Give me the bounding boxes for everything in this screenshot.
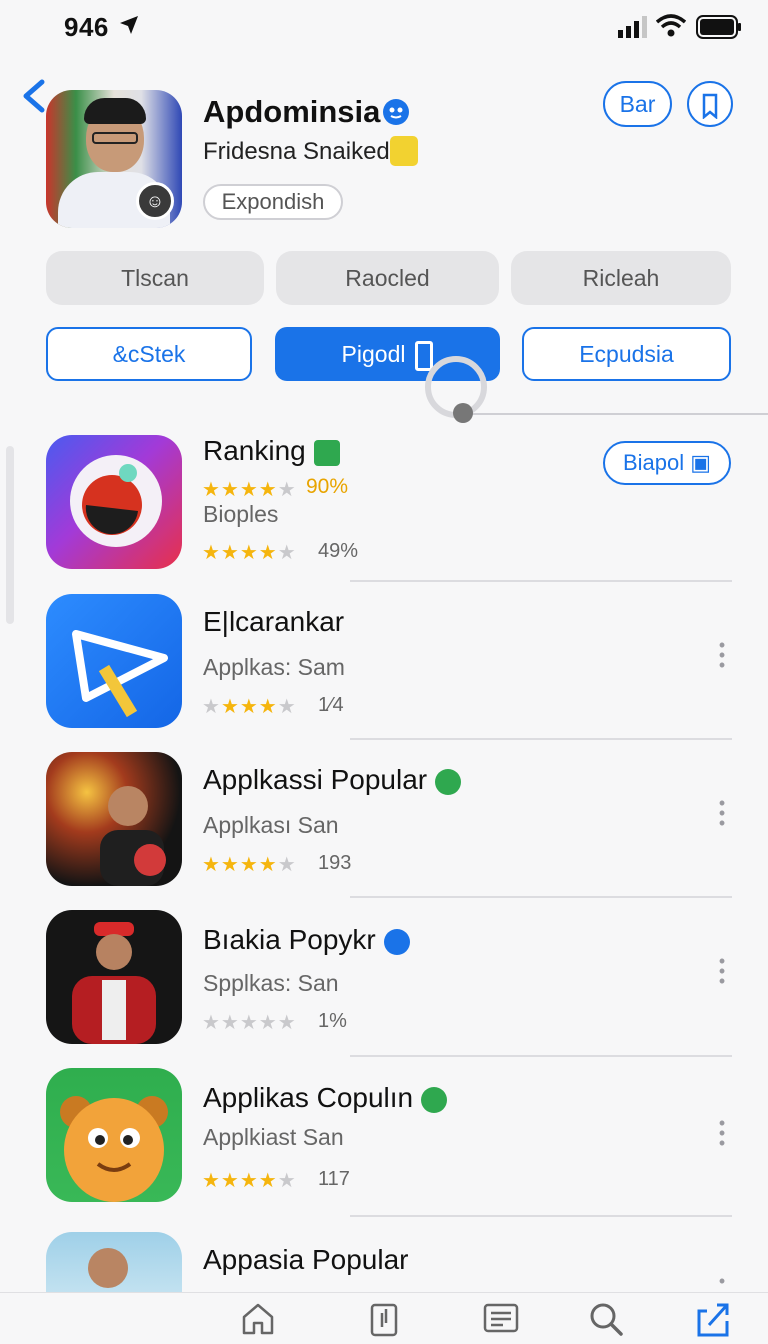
person-photo-icon xyxy=(100,786,166,886)
app-rating-stars: ★★★★★ xyxy=(202,1170,297,1192)
cartoon-bear-icon xyxy=(60,1096,168,1202)
more-options-icon[interactable]: • • • xyxy=(713,1114,731,1152)
verified-badge-icon xyxy=(383,99,409,125)
row-divider xyxy=(350,1215,732,1217)
wifi-icon xyxy=(656,14,686,37)
app-icon-elcarankar xyxy=(46,594,182,728)
filter-tab-3[interactable]: Ricleah xyxy=(511,251,731,305)
slider-handle[interactable] xyxy=(453,403,473,423)
app-rating-count: 49% xyxy=(318,540,359,562)
profile-name: Apdominsia xyxy=(203,94,381,129)
list-item[interactable]: Appasia Popular • xyxy=(0,1232,768,1344)
app-rating-count: 1% xyxy=(318,1010,347,1032)
app-rating-count: 193 xyxy=(318,852,352,874)
sticker-icon xyxy=(390,136,418,166)
orb-icon xyxy=(70,455,162,547)
battery-icon xyxy=(696,15,741,39)
profile-avatar[interactable]: ☺ xyxy=(46,90,182,228)
verified-check-icon xyxy=(383,928,410,955)
play-arrow-icon xyxy=(72,630,168,718)
app-rating-count: 117 xyxy=(318,1168,350,1190)
app-title: Applkassi Popular xyxy=(203,764,462,796)
app-subtitle: Bioples xyxy=(203,501,279,527)
avatar-glasses xyxy=(92,132,138,144)
battery-outline-icon xyxy=(415,340,434,371)
document-badge-icon xyxy=(313,439,340,466)
list-item[interactable]: E|lcarankar Applkas: Sam ★★★★★ 1⁄4 • • • xyxy=(0,594,768,744)
filter-right-button[interactable]: Ecpudsia xyxy=(522,327,731,381)
app-title: Appasia Popular xyxy=(203,1244,409,1275)
location-arrow-icon xyxy=(120,16,138,34)
status-bar: 946 xyxy=(0,0,768,56)
app-title: Ranking xyxy=(203,435,340,467)
avatar-edit-badge-icon[interactable]: ☺ xyxy=(136,182,174,220)
app-rating-stars: ★★★★★ xyxy=(202,542,297,564)
app-rating-stars: ★★★★★ xyxy=(202,696,297,718)
share-icon[interactable] xyxy=(693,1299,733,1339)
more-options-icon[interactable]: • • • xyxy=(713,952,731,990)
app-title: E|lcarankar xyxy=(203,606,345,637)
filter-active-label: Pigodl xyxy=(341,341,406,367)
more-options-icon[interactable]: • • • xyxy=(713,636,731,674)
app-rating-stars: ★★★★★ xyxy=(202,479,297,501)
app-subtitle: Applkiast San xyxy=(203,1124,344,1150)
row-divider xyxy=(350,1055,732,1057)
app-subtitle: Spplkas: San xyxy=(203,970,339,996)
divider-line xyxy=(470,413,768,415)
app-subtitle: Applkas: Sam xyxy=(203,654,345,680)
app-badge-icon xyxy=(421,1086,448,1113)
row-divider xyxy=(350,896,732,898)
app-icon-applikas xyxy=(46,1068,182,1202)
get-button[interactable]: Biapol ▣ xyxy=(603,441,731,485)
list-item[interactable]: Applikas Copulın Applkiast San ★★★★★ 117… xyxy=(0,1068,768,1218)
expand-chip[interactable]: Expondish xyxy=(203,184,343,220)
app-title: Applikas Copulın xyxy=(203,1082,448,1114)
more-options-icon[interactable]: • • • xyxy=(713,794,731,832)
app-stat: 90% xyxy=(306,475,349,498)
signal-icon xyxy=(618,16,647,38)
app-title: Bıakia Popykr xyxy=(203,924,410,956)
calendar-icon: ▣ xyxy=(690,450,712,475)
profile-subtitle: Fridesna Snaiked xyxy=(203,138,390,165)
app-icon-biakia xyxy=(46,910,182,1044)
news-icon[interactable] xyxy=(481,1299,521,1339)
app-rating-count: 1⁄4 xyxy=(318,694,344,716)
status-time: 946 xyxy=(64,12,109,42)
app-icon-ranking xyxy=(46,435,182,569)
row-divider xyxy=(350,738,732,740)
filter-tab-1[interactable]: Tlscan xyxy=(46,251,264,305)
row-divider xyxy=(350,580,732,582)
app-rating-stars: ★★★★★ xyxy=(202,854,297,876)
more-options-icon[interactable]: • xyxy=(713,1272,731,1292)
app-subtitle: Applkası San xyxy=(203,812,339,838)
camera-badge-icon xyxy=(435,768,462,795)
bookmark-icon xyxy=(702,93,718,120)
tab-bar xyxy=(0,1292,768,1344)
list-item[interactable]: Bıakia Popykr Spplkas: San ★★★★★ 1% • • • xyxy=(0,910,768,1060)
app-rating-stars: ★★★★★ xyxy=(202,1012,297,1034)
bar-button[interactable]: Bar xyxy=(603,81,672,127)
bookmark-tab-icon[interactable] xyxy=(364,1299,404,1339)
app-icon-applkassi xyxy=(46,752,182,886)
back-chevron-icon[interactable] xyxy=(18,78,50,114)
avatar-hair xyxy=(84,98,146,124)
filter-tab-2[interactable]: Raocled xyxy=(276,251,499,305)
person-photo-icon xyxy=(72,922,156,1044)
home-icon[interactable] xyxy=(238,1299,278,1339)
list-item[interactable]: Applkassi Popular Applkası San ★★★★★ 193… xyxy=(0,752,768,902)
filter-left-button[interactable]: &cStek xyxy=(46,327,252,381)
search-icon[interactable] xyxy=(586,1299,626,1339)
bookmark-button[interactable] xyxy=(687,81,733,127)
